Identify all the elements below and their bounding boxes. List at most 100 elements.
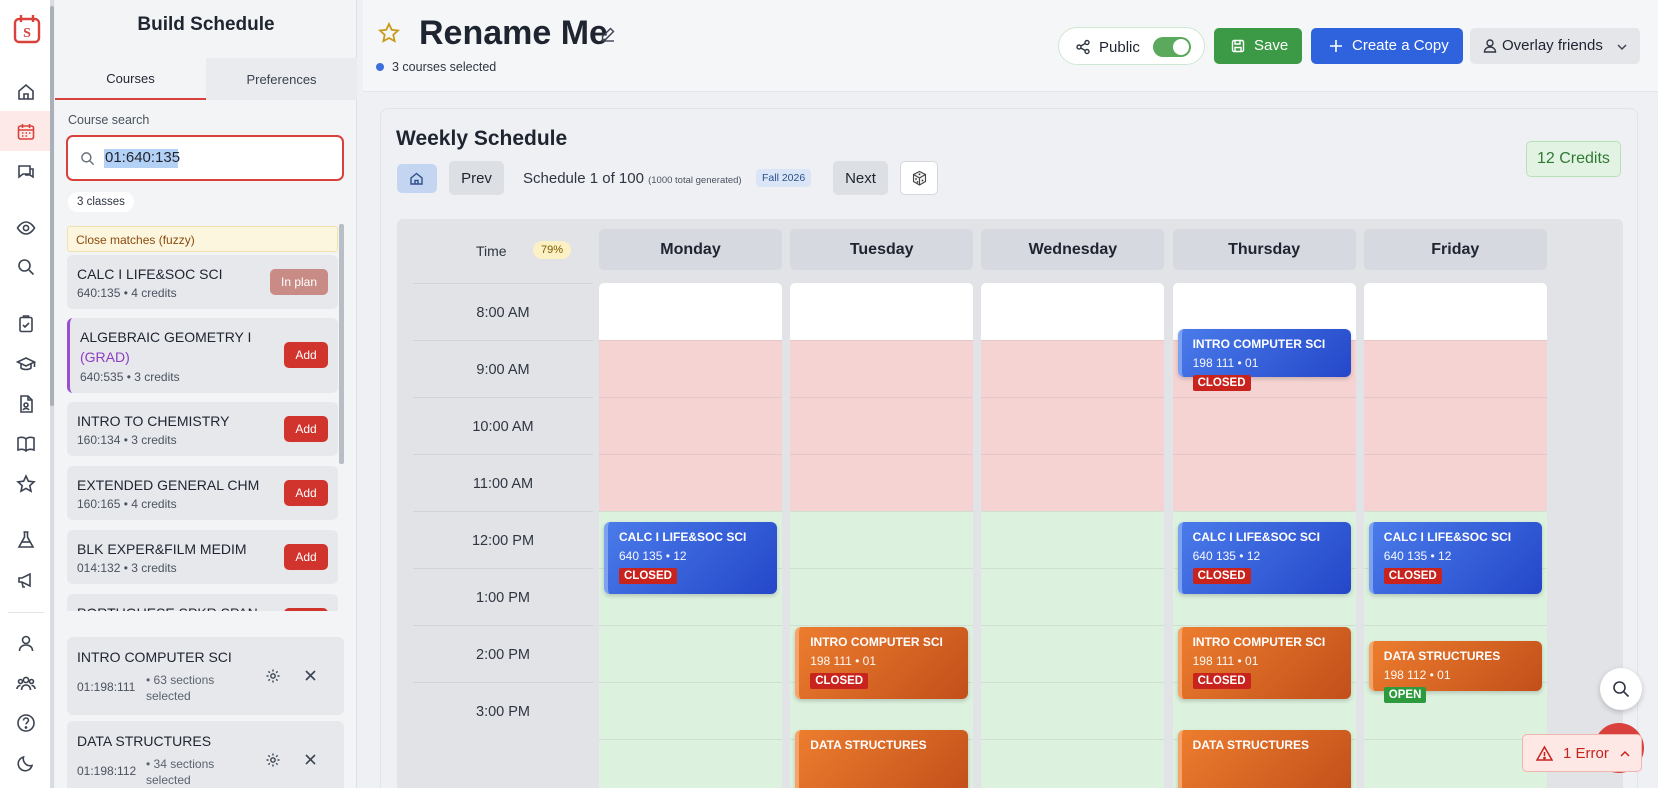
megaphone-icon[interactable]: [16, 570, 36, 590]
schedule-event[interactable]: CALC I LIFE&SOC SCI 640 135 • 12 CLOSED: [1177, 522, 1351, 594]
moon-icon[interactable]: [16, 753, 36, 773]
chat-icon[interactable]: [16, 162, 36, 182]
home-schedule-button[interactable]: [397, 164, 437, 193]
event-section-meta: 198 111 • 01: [1192, 355, 1259, 370]
time-slot-label: 2:00 PM: [413, 625, 593, 682]
results-scrollbar[interactable]: [339, 224, 344, 464]
calendar-icon[interactable]: [16, 122, 36, 142]
tab-courses[interactable]: Courses: [55, 58, 206, 100]
list-item[interactable]: BLK EXPER&FILM MEDIM 014:132 • 3 credits…: [67, 530, 338, 584]
create-copy-button[interactable]: Create a Copy: [1311, 28, 1463, 64]
hour-gridline: [1363, 397, 1547, 398]
public-label: Public: [1099, 39, 1140, 56]
course-name: INTRO TO CHEMISTRY: [77, 413, 230, 429]
graduation-cap-icon[interactable]: [16, 354, 36, 374]
schedule-event[interactable]: CALC I LIFE&SOC SCI 640 135 • 12 CLOSED: [1368, 522, 1542, 594]
search-input[interactable]: 01:640:135: [105, 149, 180, 166]
event-status-badge: CLOSED: [810, 672, 869, 689]
time-slot-label: 11:00 AM: [413, 454, 593, 511]
favorite-star-icon[interactable]: [378, 22, 400, 44]
list-item[interactable]: ALGEBRAIC GEOMETRY I (GRAD) 640:535 • 3 c…: [67, 318, 338, 393]
event-section-meta: 640 135 • 12: [1192, 549, 1261, 564]
search-icon[interactable]: [16, 257, 36, 277]
course-name: EXTENDED GENERAL CHM: [77, 477, 260, 493]
help-icon[interactable]: [16, 713, 36, 733]
list-item[interactable]: CALC I LIFE&SOC SCI 640:135 • 4 credits …: [67, 255, 338, 309]
public-toggle-switch[interactable]: [1153, 37, 1191, 57]
schedule-event[interactable]: DATA STRUCTURES: [795, 730, 969, 788]
group-icon[interactable]: [16, 673, 36, 693]
schedule-title[interactable]: Rename Me: [419, 14, 608, 53]
course-meta: 014:132 • 3 credits: [77, 561, 177, 575]
list-item[interactable]: PORTUGUESE SPKR SPAN Add: [67, 594, 338, 621]
list-item[interactable]: EXTENDED GENERAL CHM 160:165 • 4 credits…: [67, 466, 338, 520]
sections-selected: • 63 sections selected: [146, 673, 215, 703]
hour-gridline: [790, 568, 974, 569]
eye-icon[interactable]: [16, 218, 36, 238]
hour-gridline: [1172, 397, 1356, 398]
prev-schedule-button[interactable]: Prev: [449, 161, 504, 195]
clipboard-check-icon[interactable]: [16, 314, 36, 334]
day-column-tuesday[interactable]: [790, 283, 974, 788]
search-fab[interactable]: [1600, 668, 1642, 710]
book-icon[interactable]: [16, 434, 36, 454]
home-icon[interactable]: [16, 82, 36, 102]
time-header: Time: [476, 243, 507, 259]
close-icon[interactable]: [304, 669, 317, 682]
event-status-badge: CLOSED: [1192, 568, 1251, 585]
day-header-friday: Friday: [1363, 229, 1547, 270]
add-course-button[interactable]: Add: [284, 416, 328, 442]
hour-gridline: [1363, 625, 1547, 626]
error-indicator[interactable]: 1 Error: [1522, 734, 1642, 772]
hour-gridline: [981, 397, 1165, 398]
list-item[interactable]: INTRO TO CHEMISTRY 160:134 • 3 credits A…: [67, 402, 338, 456]
gear-icon[interactable]: [265, 752, 281, 768]
time-slot-label: 9:00 AM: [413, 340, 593, 397]
add-course-button[interactable]: Add: [284, 608, 328, 611]
user-icon[interactable]: [16, 633, 36, 653]
selected-course-name: INTRO COMPUTER SCI: [77, 649, 232, 665]
day-column-wednesday[interactable]: [981, 283, 1165, 788]
course-meta: 640:535 • 3 credits: [80, 370, 180, 384]
gear-icon[interactable]: [265, 668, 281, 684]
close-icon[interactable]: [304, 753, 317, 766]
hour-gridline: [981, 568, 1165, 569]
course-search-label: Course search: [68, 113, 150, 127]
save-button[interactable]: Save: [1214, 28, 1302, 64]
in-plan-button[interactable]: In plan: [270, 269, 328, 295]
schedule-event[interactable]: INTRO COMPUTER SCI 198 111 • 01 CLOSED: [795, 626, 969, 700]
app-logo-icon[interactable]: S: [13, 14, 41, 44]
add-course-button[interactable]: Add: [284, 544, 328, 570]
courses-selected-status: 3 courses selected: [376, 60, 496, 74]
next-schedule-button[interactable]: Next: [833, 161, 888, 195]
credits-badge: 12 Credits: [1526, 141, 1621, 177]
search-icon: [1613, 681, 1630, 698]
overlay-friends-dropdown[interactable]: Overlay friends: [1470, 28, 1640, 64]
edit-pencil-icon[interactable]: [600, 26, 616, 42]
add-course-button[interactable]: Add: [284, 342, 328, 368]
public-toggle-pill[interactable]: Public: [1058, 27, 1205, 65]
schedule-event[interactable]: INTRO COMPUTER SCI 198 111 • 01 CLOSED: [1177, 328, 1351, 391]
hour-gridline: [1363, 340, 1547, 341]
rail-scrollbar[interactable]: [50, 0, 54, 788]
course-meta: 640:135 • 4 credits: [77, 286, 177, 300]
random-schedule-button[interactable]: [900, 161, 938, 195]
add-course-button[interactable]: Add: [284, 480, 328, 506]
tab-preferences[interactable]: Preferences: [206, 58, 357, 100]
sidebar-tabs: Courses Preferences: [55, 58, 357, 100]
course-search-box[interactable]: 01:640:135: [66, 135, 344, 181]
schedule-event[interactable]: CALC I LIFE&SOC SCI 640 135 • 12 CLOSED: [604, 522, 777, 594]
flask-icon[interactable]: [16, 530, 36, 550]
course-name: PORTUGUESE SPKR SPAN: [77, 605, 258, 621]
schedule-event[interactable]: DATA STRUCTURES 198 112 • 01 OPEN: [1368, 640, 1542, 703]
star-icon[interactable]: [16, 474, 36, 494]
rail-divider: [8, 612, 44, 613]
schedule-event[interactable]: DATA STRUCTURES: [1177, 730, 1351, 788]
hour-gridline: [1363, 739, 1547, 740]
chevron-down-icon: [1617, 44, 1627, 51]
document-icon[interactable]: [16, 394, 36, 414]
schedule-event[interactable]: INTRO COMPUTER SCI 198 111 • 01 CLOSED: [1177, 626, 1351, 700]
schedule-header: Rename Me 3 courses selected Public Save…: [363, 0, 1658, 92]
warning-icon: [1536, 745, 1553, 761]
hour-gridline: [790, 511, 974, 512]
